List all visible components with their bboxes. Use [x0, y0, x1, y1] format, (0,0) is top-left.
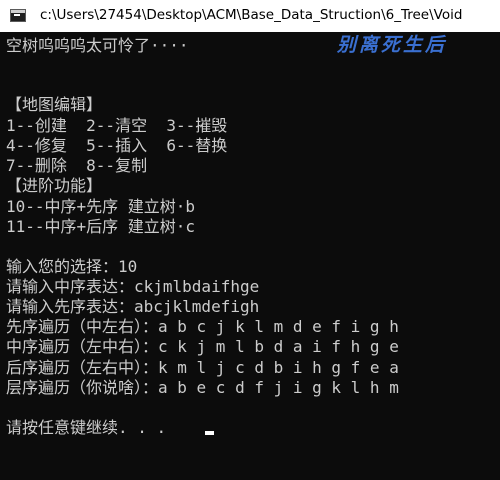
console-line: 空树呜呜呜太可怜了····: [6, 36, 189, 55]
window-title: c:\Users\27454\Desktop\ACM\Base_Data_Str…: [40, 7, 463, 23]
console-line: 4--修复 5--插入 6--替换: [6, 136, 228, 155]
console-line: 7--删除 8--复制: [6, 156, 148, 175]
console-line: 请输入中序表达：ckjmlbdaifhge: [6, 277, 260, 296]
console-line: 输入您的选择：10: [6, 257, 138, 276]
overlay-watermark-text: 别离死生后: [337, 34, 448, 56]
text-cursor: [205, 431, 214, 435]
console-line: 1--创建 2--清空 3--摧毁: [6, 116, 228, 135]
console-line: 请输入先序表达：abcjklmdefigh: [6, 297, 260, 316]
console-line: 请按任意键继续. . .: [6, 418, 167, 437]
title-bar[interactable]: c:\Users\27454\Desktop\ACM\Base_Data_Str…: [0, 0, 500, 32]
console-app-icon: [10, 9, 26, 22]
console-line: 后序遍历（左右中）：k m l j c d b i h g f e a: [6, 358, 399, 377]
console-line: 【地图编辑】: [6, 95, 103, 114]
console-line: 11--中序+后序 建立树·c: [6, 217, 196, 236]
console-output-area[interactable]: 空树呜呜呜太可怜了···· 【地图编辑】 1--创建 2--清空 3--摧毁 4…: [0, 32, 500, 480]
console-line: 先序遍历（中左右）：a b c j k l m d e f i g h: [6, 317, 399, 336]
console-line: 层序遍历（你说啥）：a b e c d f j i g k l h m: [6, 378, 399, 397]
console-line: 中序遍历（左中右）：c k j m l b d a i f h g e: [6, 337, 399, 356]
console-line: 【进阶功能】: [6, 176, 103, 195]
console-line: 10--中序+先序 建立树·b: [6, 197, 196, 216]
